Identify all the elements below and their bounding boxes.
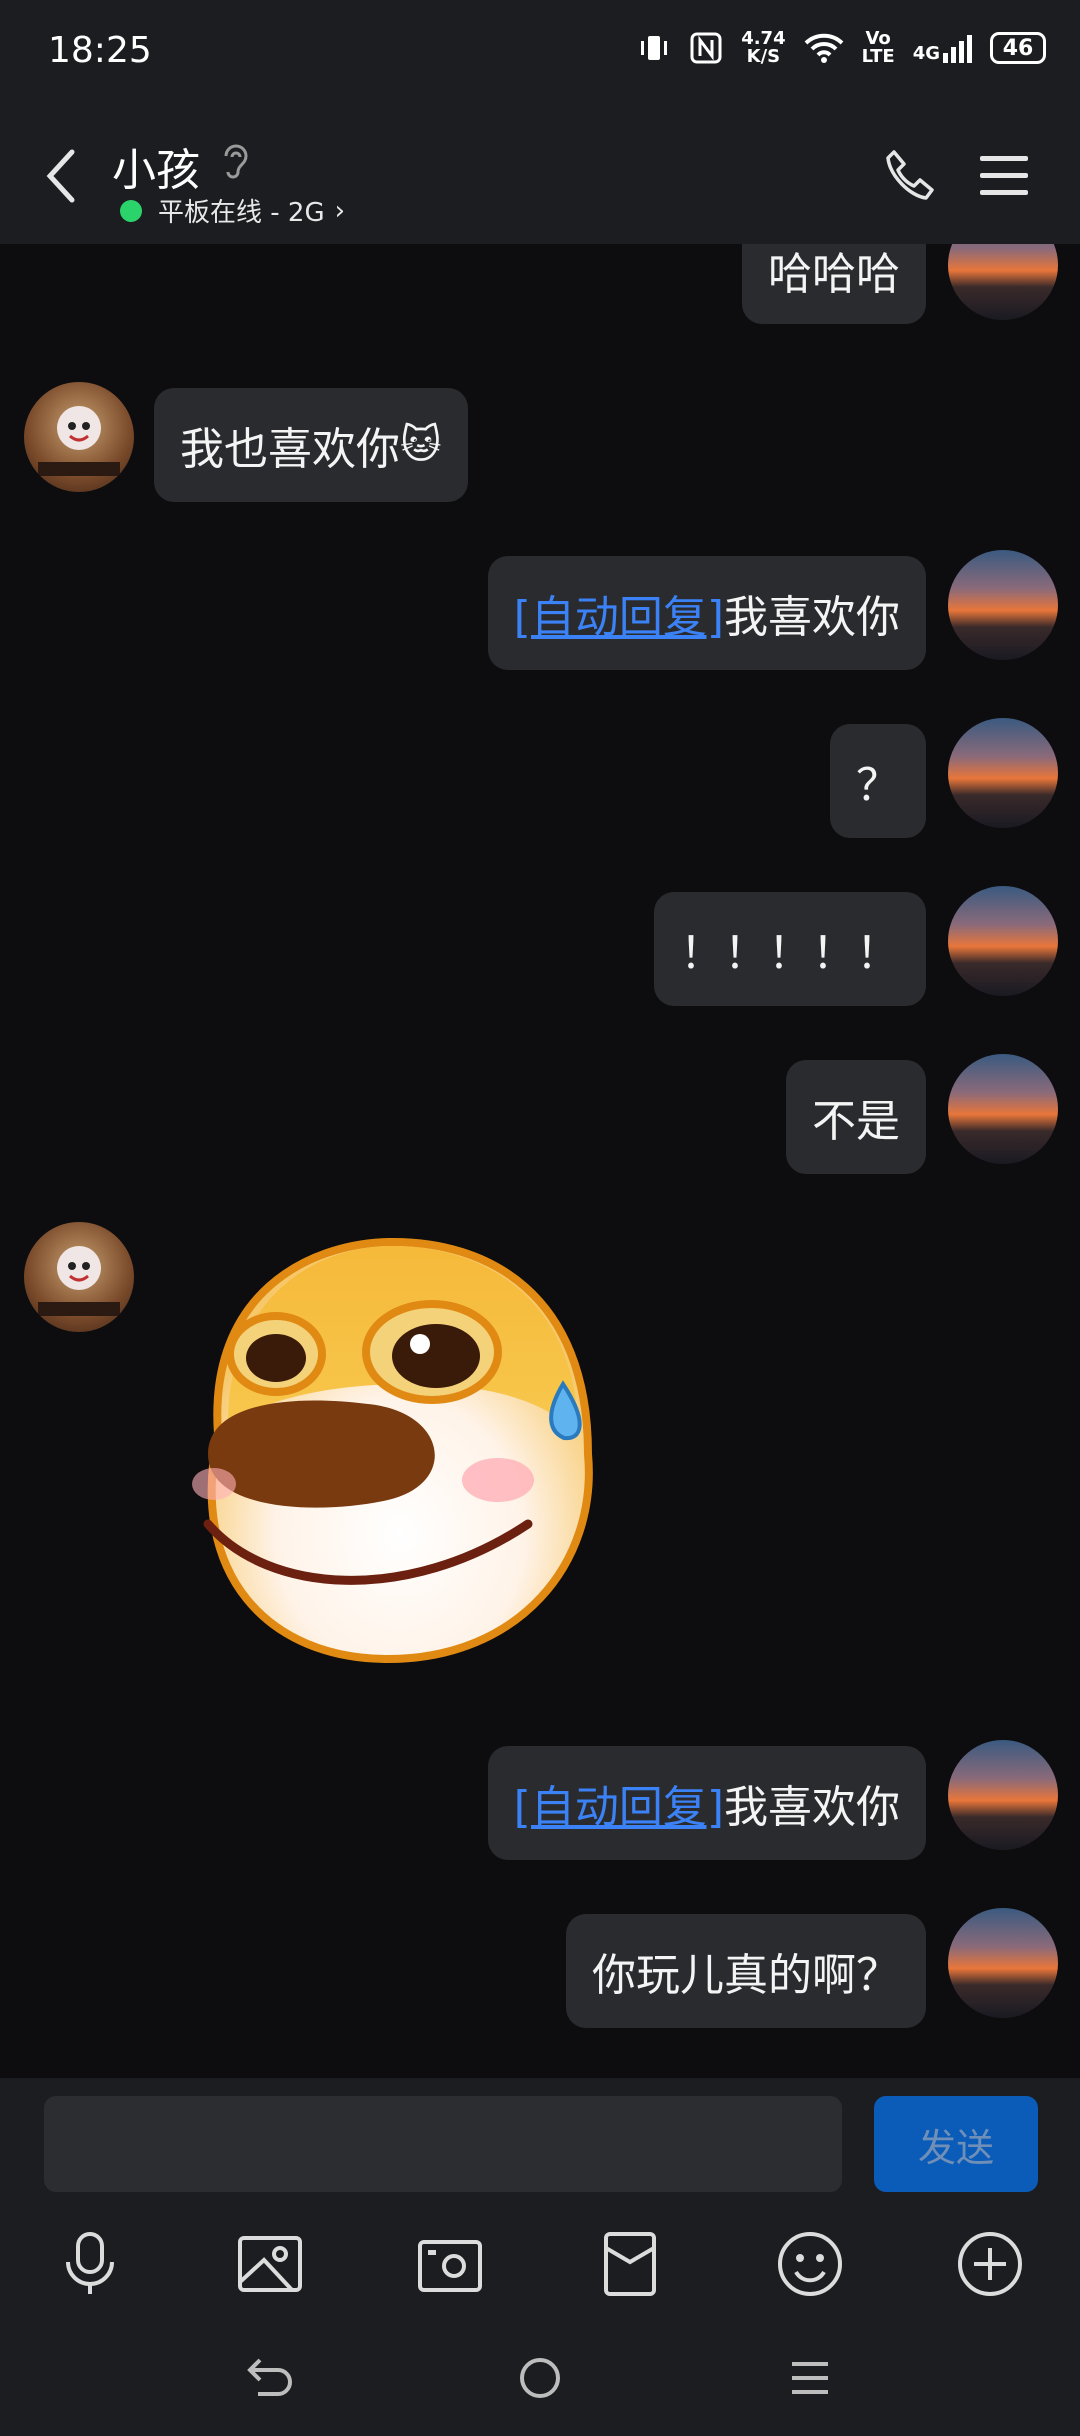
auto-reply-link[interactable]: [自动回复] — [514, 1771, 724, 1835]
my-avatar[interactable] — [948, 1908, 1058, 2018]
home-nav-icon[interactable] — [510, 2348, 570, 2408]
chevron-right-icon: › — [334, 195, 346, 226]
nfc-icon — [690, 32, 722, 64]
message-bubble-left[interactable]: 我也喜欢你 🐱 — [154, 388, 468, 502]
message-text: 不是 — [812, 1096, 900, 1147]
my-avatar[interactable] — [948, 550, 1058, 660]
message-text: 我喜欢你 — [724, 592, 900, 643]
message-text: ？ — [856, 760, 900, 811]
camera-icon[interactable] — [414, 2228, 486, 2300]
contact-name[interactable]: 小孩 — [112, 134, 200, 198]
sweating-smiling-dog-sticker[interactable] — [168, 1234, 624, 1666]
back-arrow-icon[interactable] — [38, 146, 88, 206]
auto-reply-link[interactable]: [自动回复] — [514, 581, 724, 645]
my-avatar[interactable] — [948, 1054, 1058, 1164]
message-text: 哈哈哈 — [768, 249, 900, 300]
volte-bottom: LTE — [861, 46, 895, 67]
online-status-text: 平板在线 - 2G — [158, 198, 325, 228]
contact-avatar[interactable] — [24, 382, 134, 492]
online-dot-icon — [120, 199, 142, 222]
online-status[interactable]: 平板在线 - 2G › — [120, 192, 345, 229]
chat-header: 小孩 平板在线 - 2G › — [0, 110, 1080, 244]
contact-avatar[interactable] — [24, 1222, 134, 1332]
message-bubble-right[interactable]: 不是 — [786, 1060, 926, 1174]
emoji-icon[interactable] — [774, 2228, 846, 2300]
back-nav-icon[interactable] — [240, 2348, 300, 2408]
my-avatar[interactable] — [948, 886, 1058, 996]
input-bar: 发送 — [0, 2078, 1080, 2436]
add-icon[interactable] — [954, 2228, 1026, 2300]
message-text: 我也喜欢你 — [180, 424, 400, 475]
net-speed-unit: K/S — [746, 46, 781, 67]
wifi-icon — [804, 33, 843, 63]
ear-icon — [224, 144, 248, 179]
red-packet-icon[interactable] — [594, 2228, 666, 2300]
status-bar: 18:25 4.74 K/S Vo LTE 4G 46 — [0, 0, 1080, 110]
message-bubble-right[interactable]: [自动回复] 我喜欢你 — [487, 1746, 926, 1860]
status-icons: 4.74 K/S Vo LTE 4G 46 — [637, 30, 1046, 66]
my-avatar[interactable] — [948, 244, 1058, 320]
chat-list[interactable]: 哈哈哈 我也喜欢你 🐱 [自动回复] 我喜欢你 ？ ！！！！！ 不是 [自动回复… — [0, 244, 1080, 2078]
message-bubble-right[interactable]: ！！！！！ — [654, 892, 926, 1006]
signal-icon: 4G — [913, 33, 972, 63]
message-input[interactable] — [44, 2096, 842, 2192]
battery-icon: 46 — [990, 32, 1046, 64]
phone-call-icon[interactable] — [880, 146, 940, 206]
message-bubble-right[interactable]: 哈哈哈 — [742, 244, 926, 324]
network-type: 4G — [912, 43, 940, 64]
mic-icon[interactable] — [54, 2228, 126, 2300]
volte-badge: Vo LTE — [862, 30, 895, 66]
net-speed: 4.74 K/S — [741, 30, 785, 66]
message-text: ！！！！！ — [680, 928, 900, 979]
message-text: 你玩儿真的啊？ — [592, 1950, 900, 2001]
message-bubble-right[interactable]: [自动回复] 我喜欢你 — [487, 556, 926, 670]
emoji-cat: 🐱 — [400, 422, 442, 468]
my-avatar[interactable] — [948, 1740, 1058, 1850]
status-time: 18:25 — [48, 30, 152, 71]
message-bubble-right[interactable]: 你玩儿真的啊？ — [566, 1914, 926, 2028]
image-icon[interactable] — [234, 2228, 306, 2300]
message-bubble-right[interactable]: ？ — [830, 724, 926, 838]
message-text: 我喜欢你 — [724, 1782, 900, 1833]
vibrate-icon — [641, 36, 668, 60]
recents-nav-icon[interactable] — [780, 2348, 840, 2408]
send-button[interactable]: 发送 — [874, 2096, 1038, 2192]
my-avatar[interactable] — [948, 718, 1058, 828]
menu-icon[interactable] — [978, 152, 1030, 200]
